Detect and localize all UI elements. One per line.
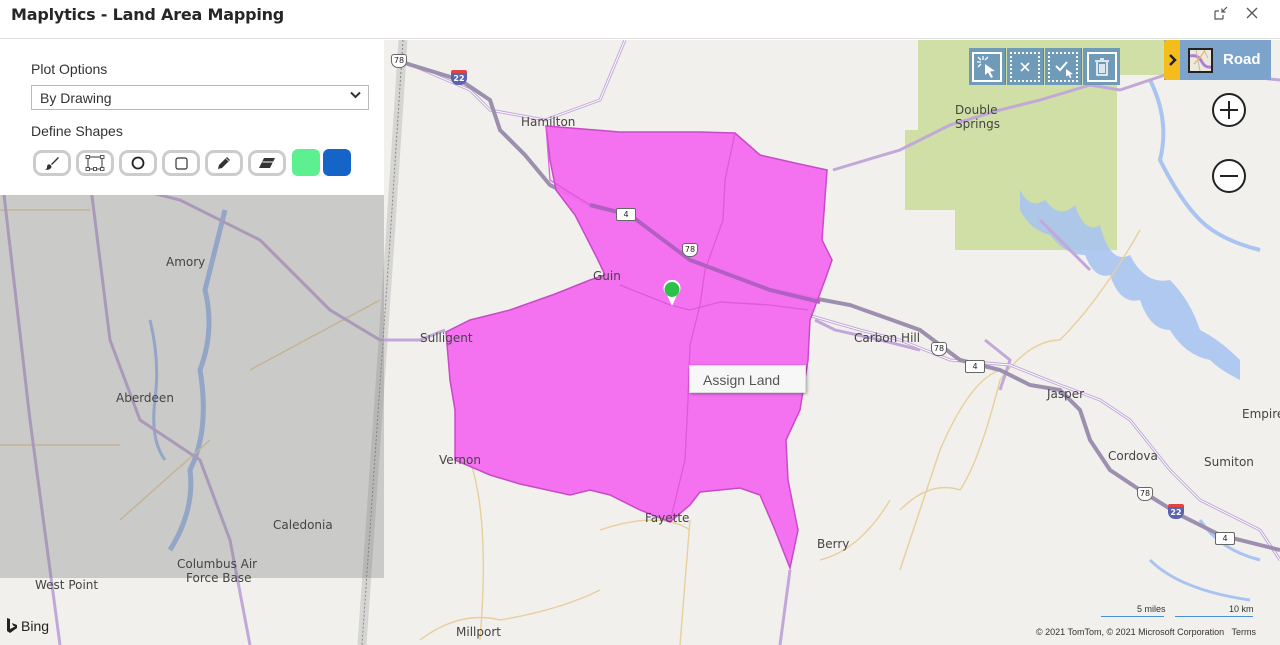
polygon-select-icon xyxy=(85,155,105,171)
minus-icon xyxy=(1220,175,1238,177)
place-label: West Point xyxy=(35,578,99,592)
i-22-shield: 22 xyxy=(451,70,467,85)
circle-tool-button[interactable] xyxy=(119,150,157,176)
map-type-road-button[interactable]: Road xyxy=(1164,40,1271,80)
brush-tool-button[interactable] xyxy=(33,150,71,176)
place-label: Springs xyxy=(955,117,1000,131)
drawn-land-polygon xyxy=(445,125,833,571)
us-78-shield: 78 xyxy=(1137,487,1153,501)
road-map-thumbnail-icon xyxy=(1188,48,1213,73)
place-label: Force Base xyxy=(186,571,252,585)
copyright-text: © 2021 TomTom, © 2021 Microsoft Corporat… xyxy=(1036,627,1261,637)
clear-selection-icon xyxy=(1020,61,1030,72)
circle-icon xyxy=(131,156,145,170)
place-label: Guin xyxy=(593,269,621,283)
place-label: Columbus Air xyxy=(177,557,258,571)
bing-label: Bing xyxy=(21,618,50,634)
bing-logo: Bing xyxy=(6,618,49,634)
plot-options-select[interactable]: By Drawing xyxy=(31,85,369,110)
title-bar: Maplytics - Land Area Mapping xyxy=(0,0,1280,39)
scale-miles-label: 5 miles xyxy=(1137,604,1166,614)
window-title: Maplytics - Land Area Mapping xyxy=(11,5,285,24)
place-label: Aberdeen xyxy=(116,391,174,405)
polygon-select-tool-button[interactable] xyxy=(76,150,114,176)
bing-icon xyxy=(7,618,17,633)
sr-4-shield: 4 xyxy=(616,208,636,221)
color-swatch-blue[interactable] xyxy=(323,149,351,176)
trash-icon xyxy=(1094,57,1109,76)
place-label: Fayette xyxy=(645,511,690,525)
color-swatch-green[interactable] xyxy=(292,149,320,176)
pointer-select-icon xyxy=(977,55,995,78)
plot-options-panel: Plot Options By Drawing Define Shapes xyxy=(0,40,384,195)
place-label: Empire xyxy=(1242,407,1280,421)
lake xyxy=(1020,190,1240,380)
paintbrush-icon xyxy=(45,157,59,170)
place-label: Caledonia xyxy=(273,518,333,532)
place-label: Carbon Hill xyxy=(854,331,921,345)
confirm-selection-button[interactable] xyxy=(1045,48,1082,85)
pencil-icon xyxy=(218,157,230,169)
delete-button[interactable] xyxy=(1083,48,1120,85)
plus-icon xyxy=(1220,101,1238,119)
sr-4-shield: 4 xyxy=(965,360,985,373)
place-label: Hamilton xyxy=(521,115,576,129)
us-78-shield: 78 xyxy=(682,243,698,257)
scale-km-label: 10 km xyxy=(1229,604,1254,614)
eraser-tool-button[interactable] xyxy=(248,150,286,176)
restore-down-icon[interactable] xyxy=(1212,6,1230,24)
us-78-shield: 78 xyxy=(391,54,407,68)
place-label: Double xyxy=(955,103,998,117)
river xyxy=(1148,519,1261,602)
place-label: Amory xyxy=(166,255,206,269)
copyright-label: © 2021 TomTom, © 2021 Microsoft Corporat… xyxy=(1036,627,1225,637)
scale-miles-bar xyxy=(1101,616,1164,617)
map-type-label: Road xyxy=(1223,51,1261,68)
terms-link[interactable]: Terms xyxy=(1232,627,1257,637)
place-label: Cordova xyxy=(1108,449,1158,463)
rectangle-tool-button[interactable] xyxy=(162,150,200,176)
square-icon xyxy=(174,156,188,170)
place-label: Jasper xyxy=(1047,387,1085,401)
check-selection-icon xyxy=(1055,60,1073,78)
sr-4-shield: 4 xyxy=(1215,532,1235,545)
scale-km-bar xyxy=(1175,616,1253,617)
close-icon[interactable] xyxy=(1243,6,1261,24)
zoom-in-button[interactable] xyxy=(1212,93,1246,127)
zoom-out-button[interactable] xyxy=(1212,159,1246,193)
location-pin[interactable] xyxy=(662,279,682,312)
pencil-tool-button[interactable] xyxy=(205,150,243,176)
chevron-right-icon[interactable] xyxy=(1164,40,1180,80)
place-label: Sulligent xyxy=(420,331,473,345)
place-label: Sumiton xyxy=(1204,455,1254,469)
place-label: Vernon xyxy=(439,453,481,467)
select-shape-button[interactable] xyxy=(969,48,1006,85)
us-78-shield: 78 xyxy=(931,342,947,356)
place-label: Berry xyxy=(817,537,850,551)
eraser-icon xyxy=(259,158,275,168)
clear-selection-button[interactable] xyxy=(1007,48,1044,85)
place-label: Millport xyxy=(456,625,501,639)
define-shapes-label: Define Shapes xyxy=(31,123,123,139)
plot-options-label: Plot Options xyxy=(31,61,108,77)
assign-land-menu-item[interactable]: Assign Land xyxy=(689,365,806,393)
i-22-shield: 22 xyxy=(1168,504,1184,519)
